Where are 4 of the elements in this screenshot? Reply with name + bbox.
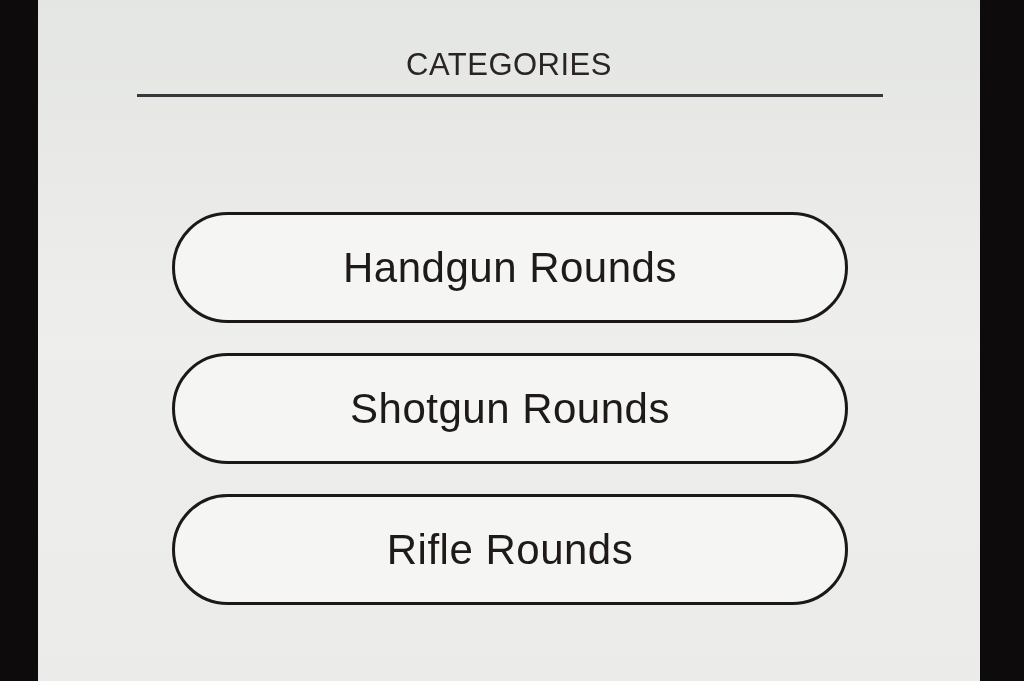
category-button[interactable]: Rifle Rounds <box>172 494 848 605</box>
category-button[interactable]: Shotgun Rounds <box>172 353 848 464</box>
category-button[interactable]: Handgun Rounds <box>172 212 848 323</box>
screen-title: CATEGORIES <box>406 47 612 83</box>
